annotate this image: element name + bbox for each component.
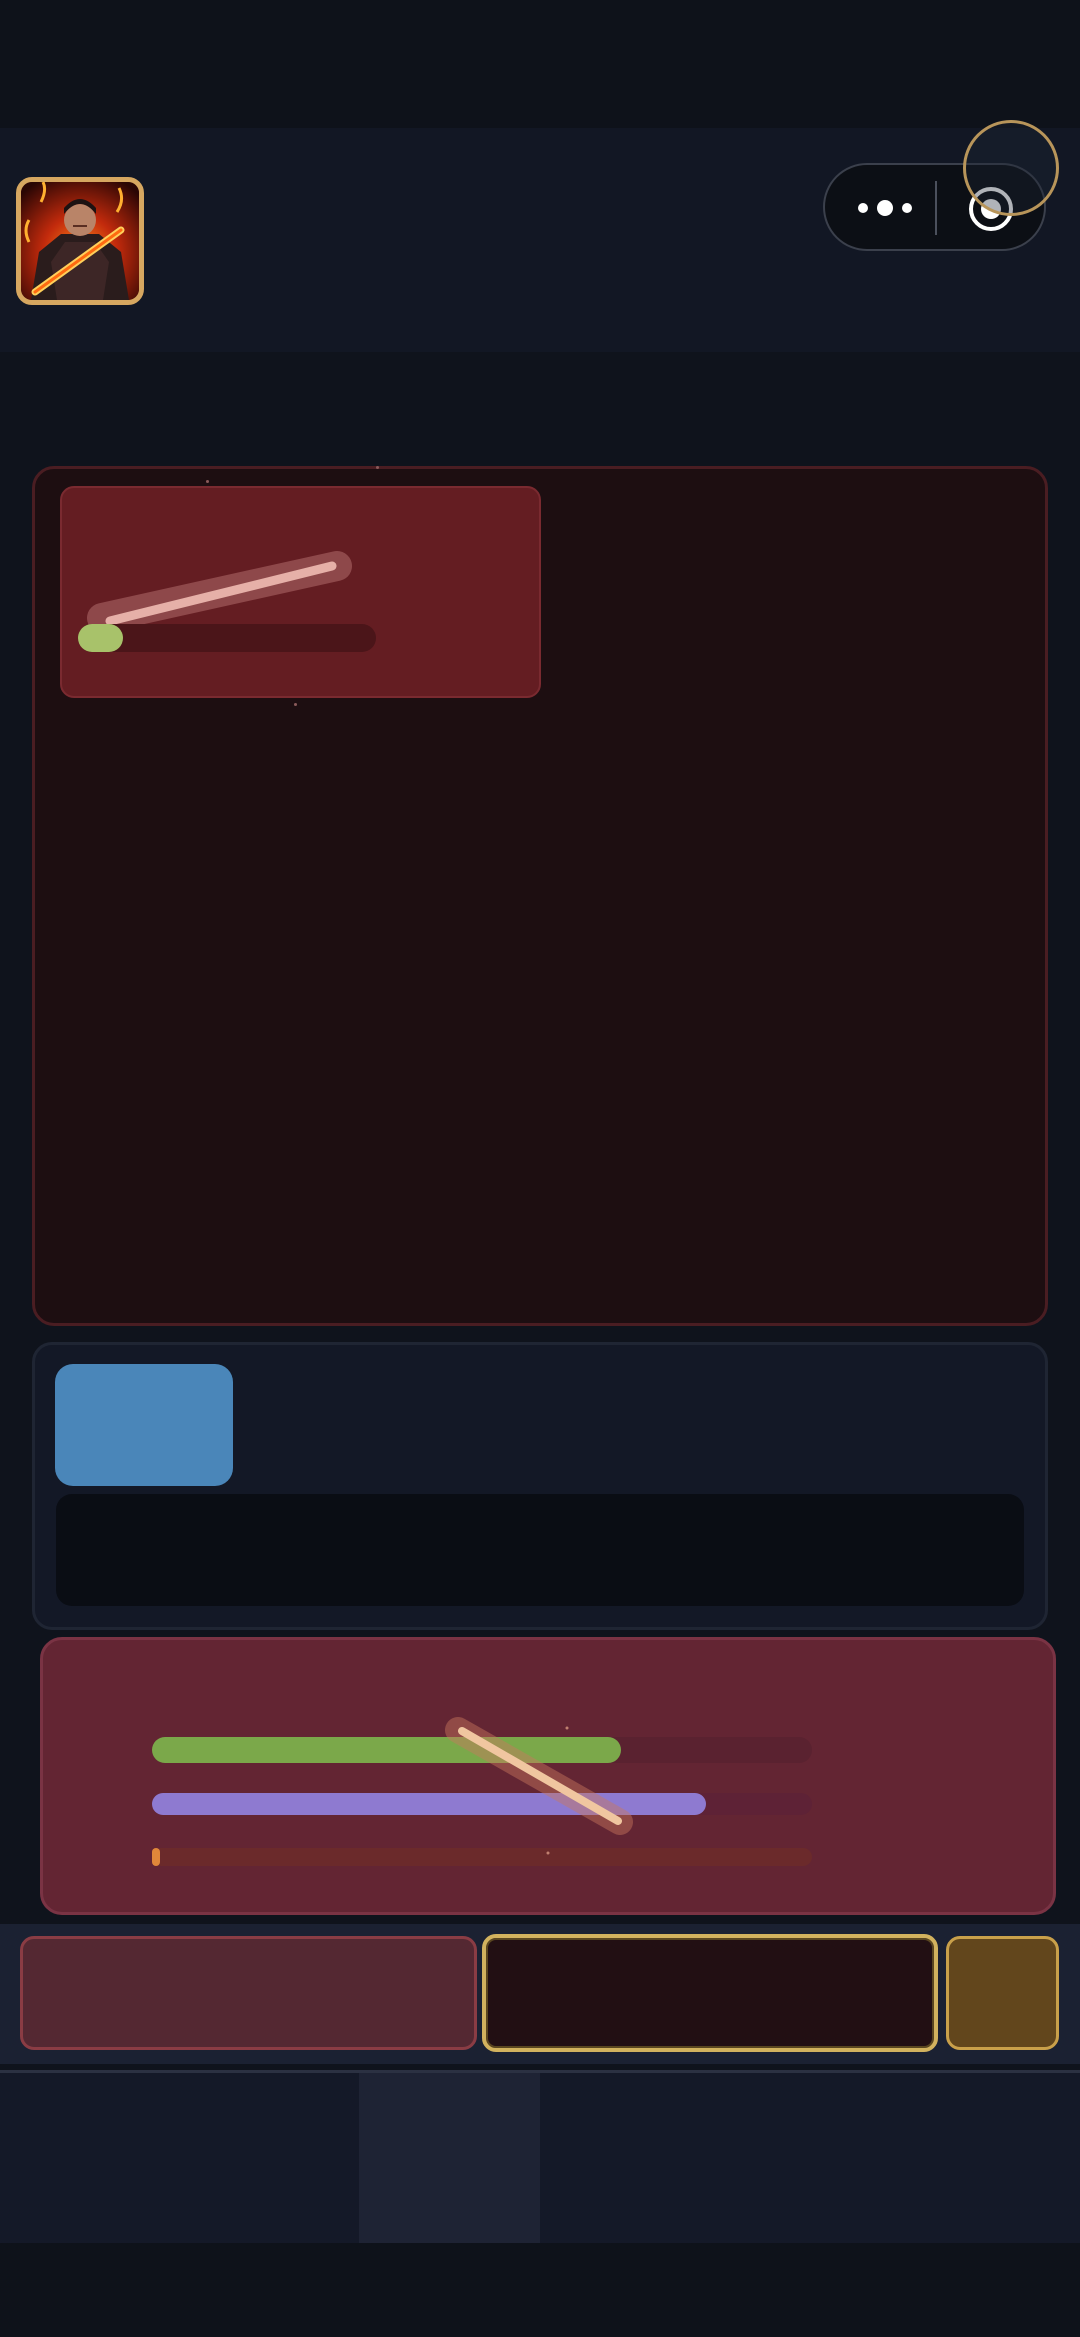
nav-tab-active[interactable] — [359, 2073, 540, 2243]
spark-particle — [376, 466, 379, 469]
action-button-selected[interactable] — [482, 1934, 938, 2052]
status-bar — [0, 0, 1080, 128]
action-button-gold[interactable] — [946, 1936, 1059, 2050]
bottom-nav — [0, 2073, 1080, 2243]
home-indicator-area — [0, 2243, 1080, 2337]
battle-log — [56, 1494, 1024, 1606]
floating-ring-button[interactable] — [963, 120, 1059, 216]
info-chip[interactable] — [55, 1364, 233, 1486]
enemy-card[interactable] — [60, 486, 541, 698]
spark-particle — [294, 703, 297, 706]
player-xp-bar-track — [152, 1848, 812, 1866]
spark-particle — [206, 480, 209, 483]
warrior-portrait-icon — [21, 182, 139, 300]
capsule-divider — [935, 181, 937, 235]
more-dots-icon[interactable] — [853, 193, 917, 223]
player-xp-bar-fill — [152, 1848, 160, 1866]
action-button-left[interactable] — [20, 1936, 477, 2050]
player-avatar[interactable] — [16, 177, 144, 305]
player-hp-bar-fill — [152, 1737, 621, 1763]
player-mp-bar-fill — [152, 1793, 706, 1815]
enemy-hp-bar-fill — [78, 624, 123, 652]
slash-effect-icon — [87, 551, 352, 633]
player-stats-panel — [40, 1637, 1056, 1915]
